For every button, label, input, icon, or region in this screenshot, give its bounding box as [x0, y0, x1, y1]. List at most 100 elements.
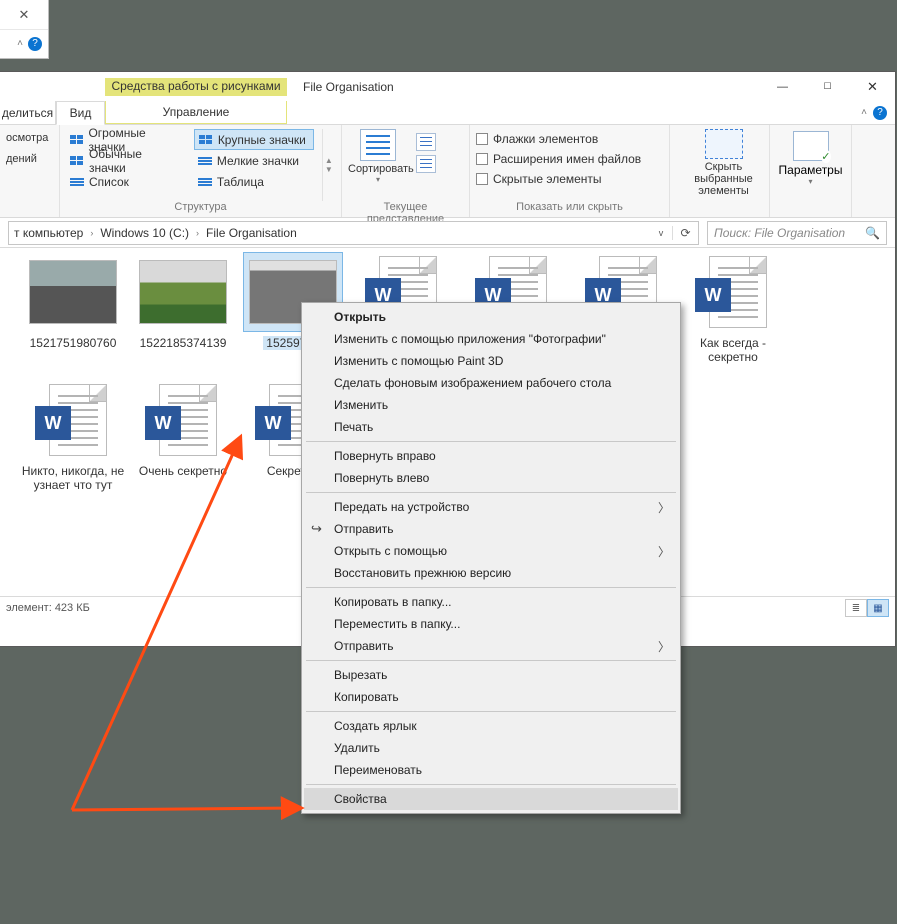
tab-view[interactable]: Вид — [56, 101, 105, 125]
menu-separator — [306, 711, 676, 712]
layout-more-scroller[interactable]: ▲▼ — [322, 129, 335, 201]
ribbon-group-current-view: Сортировать ▾ Текущее представление — [342, 125, 470, 217]
options-icon — [793, 131, 829, 161]
menu-item[interactable]: Изменить с помощью приложения "Фотографи… — [304, 328, 678, 350]
list-icon — [198, 178, 212, 186]
menu-item[interactable]: Передать на устройство〉 — [304, 496, 678, 518]
list-icon — [70, 178, 84, 186]
menu-item-label: Изменить — [334, 398, 388, 412]
window-titlebar: Средства работы с рисунками File Organis… — [0, 72, 895, 101]
menu-item-label: Вырезать — [334, 668, 387, 682]
file-item[interactable]: WКак всегда - секретно — [678, 252, 788, 364]
history-dropdown-icon[interactable]: v — [650, 228, 672, 238]
crumb-drive-c[interactable]: Windows 10 (C:) — [95, 222, 194, 244]
layout-details[interactable]: Таблица — [194, 171, 314, 192]
menu-item[interactable]: Копировать в папку... — [304, 591, 678, 613]
crumb-this-pc[interactable]: т компьютер — [9, 222, 88, 244]
layout-large-icons[interactable]: Крупные значки — [194, 129, 314, 150]
hide-selected-button[interactable]: Скрыть выбранные элементы — [685, 129, 763, 197]
menu-item[interactable]: Восстановить прежнюю версию — [304, 562, 678, 584]
maximize-button[interactable]: ☐ — [805, 72, 850, 101]
menu-separator — [306, 784, 676, 785]
menu-item[interactable]: Сделать фоновым изображением рабочего ст… — [304, 372, 678, 394]
menu-item[interactable]: Открыть с помощью〉 — [304, 540, 678, 562]
crumb-folder[interactable]: File Organisation — [201, 222, 302, 244]
size-columns-icon[interactable] — [416, 155, 436, 173]
ribbon-group-show-hide: Флажки элементов Расширения имен файлов … — [470, 125, 670, 217]
ribbon-collapse-icon[interactable]: ˄ — [861, 107, 867, 118]
menu-item[interactable]: Открыть — [304, 306, 678, 328]
layout-small-icons[interactable]: Мелкие значки — [194, 150, 314, 171]
checkbox-hidden-items[interactable]: Скрытые элементы — [476, 169, 641, 189]
minimize-button[interactable]: — — [760, 72, 805, 101]
view-mode-icons-button[interactable]: ▦ — [867, 599, 889, 617]
chevron-right-icon[interactable]: › — [88, 228, 95, 238]
menu-item[interactable]: Отправить〉 — [304, 635, 678, 657]
menu-item-label: Свойства — [334, 792, 387, 806]
menu-item[interactable]: Печать — [304, 416, 678, 438]
menu-item-label: Передать на устройство — [334, 500, 469, 514]
image-thumbnail — [23, 252, 123, 332]
hide-icon — [705, 129, 743, 159]
menu-item-label: Печать — [334, 420, 373, 434]
file-item[interactable]: 1522185374139 — [128, 252, 238, 364]
checkbox-icon — [476, 173, 488, 185]
file-item[interactable]: W Никто, никогда, не узнает что тут — [18, 380, 128, 492]
menu-item[interactable]: Создать ярлык — [304, 715, 678, 737]
chevron-right-icon[interactable]: › — [194, 228, 201, 238]
file-item[interactable]: 1521751980760 — [18, 252, 128, 364]
breadcrumb-bar[interactable]: т компьютер › Windows 10 (C:) › File Org… — [8, 221, 699, 245]
chevron-up-icon[interactable]: ˄ — [17, 38, 23, 49]
ribbon-frag-label: дений — [6, 150, 53, 169]
file-label: Никто, никогда, не узнает что тут — [18, 464, 128, 492]
menu-separator — [306, 660, 676, 661]
menu-item[interactable]: Повернуть влево — [304, 467, 678, 489]
checkbox-item-flags[interactable]: Флажки элементов — [476, 129, 641, 149]
menu-item-label: Сделать фоновым изображением рабочего ст… — [334, 376, 611, 390]
checkbox-file-extensions[interactable]: Расширения имен файлов — [476, 149, 641, 169]
ribbon-group-layout: Огромные значки Обычные значки Список Кр… — [60, 125, 342, 217]
view-mode-details-button[interactable]: ≣ — [845, 599, 867, 617]
menu-item-label: Отправить — [334, 522, 394, 536]
tab-share-fragment[interactable]: делиться — [0, 101, 56, 124]
menu-item-label: Повернуть влево — [334, 471, 429, 485]
background-window-remnant: ✕ ˄ ? — [0, 0, 49, 59]
menu-item-label: Копировать в папку... — [334, 595, 452, 609]
menu-item-label: Восстановить прежнюю версию — [334, 566, 511, 580]
menu-item[interactable]: Повернуть вправо — [304, 445, 678, 467]
menu-item[interactable]: Вырезать — [304, 664, 678, 686]
menu-item[interactable]: Свойства — [304, 788, 678, 810]
menu-item[interactable]: ↪Отправить — [304, 518, 678, 540]
tab-manage[interactable]: Управление — [105, 101, 287, 124]
context-menu[interactable]: ОткрытьИзменить с помощью приложения "Фо… — [301, 302, 681, 814]
menu-item[interactable]: Переместить в папку... — [304, 613, 678, 635]
help-icon[interactable]: ? — [873, 106, 887, 120]
add-columns-icon[interactable] — [416, 133, 436, 151]
close-icon[interactable]: ✕ — [0, 0, 48, 29]
search-input[interactable]: Поиск: File Organisation 🔍 — [707, 221, 887, 245]
sort-icon — [360, 129, 396, 161]
window-title: File Organisation — [303, 80, 394, 94]
ribbon: осмотра дений Огромные значки Обычные зн… — [0, 125, 895, 218]
ribbon-group-options: Параметры ▾ — [770, 125, 852, 217]
close-button[interactable]: ✕ — [850, 72, 895, 101]
menu-item[interactable]: Удалить — [304, 737, 678, 759]
checkbox-icon — [476, 133, 488, 145]
help-icon[interactable]: ? — [28, 37, 42, 51]
menu-item[interactable]: Переименовать — [304, 759, 678, 781]
options-button[interactable]: Параметры ▾ — [779, 129, 843, 201]
word-document-icon: W — [23, 380, 123, 460]
menu-item[interactable]: Изменить — [304, 394, 678, 416]
layout-medium-icons[interactable]: Обычные значки — [66, 150, 186, 171]
menu-item-label: Удалить — [334, 741, 380, 755]
file-item[interactable]: WОчень секретно — [128, 380, 238, 492]
file-label: Очень секретно — [137, 464, 229, 478]
layout-list[interactable]: Список — [66, 171, 186, 192]
menu-item[interactable]: Изменить с помощью Paint 3D — [304, 350, 678, 372]
menu-separator — [306, 441, 676, 442]
refresh-icon[interactable]: ⟳ — [672, 226, 698, 240]
ribbon-group-panes-fragment: осмотра дений — [0, 125, 60, 217]
menu-item[interactable]: Копировать — [304, 686, 678, 708]
menu-item-label: Отправить — [334, 639, 394, 653]
sort-button[interactable]: Сортировать ▾ — [348, 129, 408, 201]
